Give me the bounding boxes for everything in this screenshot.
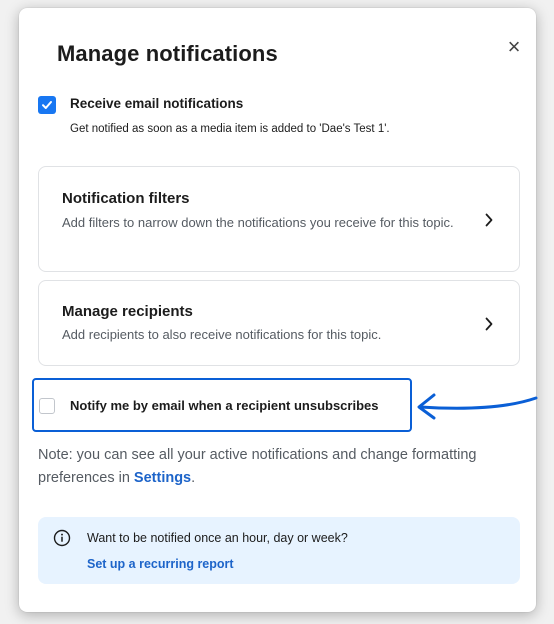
card-title: Manage recipients: [62, 303, 193, 320]
info-circle-icon: [53, 529, 71, 547]
note-text: Note: you can see all your active notifi…: [38, 447, 477, 486]
manage-recipients-card[interactable]: Manage recipients Add recipients to also…: [38, 280, 520, 366]
recurring-report-info-box: Want to be notified once an hour, day or…: [38, 517, 520, 584]
info-text: Want to be notified once an hour, day or…: [87, 531, 348, 545]
arrow-left-icon: [417, 393, 538, 420]
card-title: Notification filters: [62, 190, 190, 207]
dialog-title: Manage notifications: [57, 41, 278, 66]
chevron-right-icon: [485, 213, 493, 227]
settings-note: Note: you can see all your active notifi…: [38, 444, 508, 490]
note-suffix: .: [191, 470, 196, 486]
checkmark-icon: [42, 101, 52, 109]
close-icon[interactable]: ×: [505, 36, 523, 58]
chevron-right-icon: [485, 317, 493, 331]
recurring-report-link[interactable]: Set up a recurring report: [87, 557, 234, 571]
receive-email-description: Get notified as soon as a media item is …: [70, 123, 390, 135]
receive-email-checkbox[interactable]: [38, 96, 56, 114]
notification-filters-card[interactable]: Notification filters Add filters to narr…: [38, 166, 520, 272]
settings-link[interactable]: Settings: [134, 470, 191, 486]
unsubscribe-notify-checkbox[interactable]: [39, 398, 55, 414]
receive-email-label[interactable]: Receive email notifications: [70, 96, 243, 111]
card-description: Add filters to narrow down the notificat…: [62, 215, 454, 230]
card-description: Add recipients to also receive notificat…: [62, 327, 382, 342]
unsubscribe-notify-label[interactable]: Notify me by email when a recipient unsu…: [70, 398, 378, 413]
